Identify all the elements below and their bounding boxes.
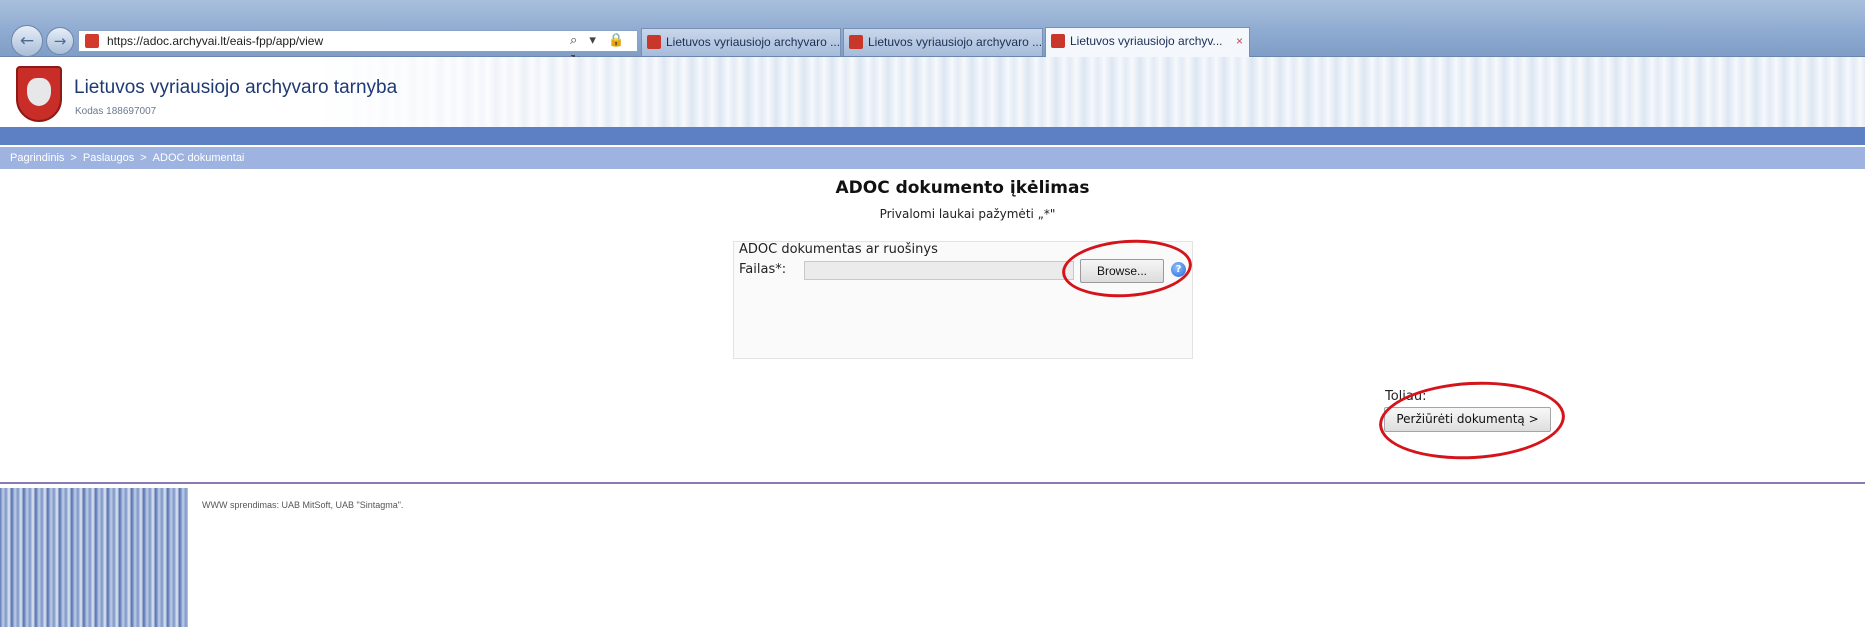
question-icon[interactable]: ? — [1171, 262, 1186, 277]
footer-divider — [0, 482, 1865, 484]
tab-favicon-icon — [849, 35, 863, 49]
browser-toolbar: ← → https://adoc.archyvai.lt/eais-fpp/ap… — [0, 0, 1865, 68]
page-title: ADOC dokumento įkėlimas — [835, 178, 1090, 198]
breadcrumb-item-services[interactable]: Paslaugos — [83, 152, 134, 164]
nav-strip — [0, 127, 1865, 145]
tab-title: Lietuvos vyriausiojo archyvaro ... — [868, 35, 1043, 49]
tab-title: Lietuvos vyriausiojo archyvaro ... — [666, 35, 841, 49]
file-label: Failas*: — [739, 262, 787, 277]
address-bar[interactable]: https://adoc.archyvai.lt/eais-fpp/app/vi… — [78, 30, 638, 52]
file-path-input[interactable] — [804, 261, 1074, 280]
breadcrumb-separator: > — [70, 152, 77, 164]
view-document-button[interactable]: Peržiūrėti dokumentą > — [1384, 407, 1551, 432]
breadcrumb: Pagrindinis > Paslaugos > ADOC dokumentai — [0, 147, 1865, 169]
breadcrumb-item-adoc: ADOC dokumentai — [152, 152, 245, 164]
browser-tab[interactable]: Lietuvos vyriausiojo archyvaro ... — [843, 28, 1043, 56]
close-tab-icon[interactable]: × — [1236, 28, 1243, 54]
next-label: Toliau: — [1385, 389, 1427, 404]
tab-title: Lietuvos vyriausiojo archyv... — [1070, 34, 1223, 48]
footer-decoration — [0, 488, 188, 627]
browse-button[interactable]: Browse... — [1080, 259, 1164, 283]
footer-credits: WWW sprendimas: UAB MitSoft, UAB "Sintag… — [202, 500, 404, 510]
url-text: https://adoc.archyvai.lt/eais-fpp/app/vi… — [107, 34, 324, 48]
organization-name: Lietuvos vyriausiojo archyvaro tarnyba — [74, 77, 398, 98]
organization-code: Kodas 188697007 — [75, 106, 157, 117]
required-fields-note: Privalomi laukai pažymėti „*" — [879, 207, 1056, 221]
coat-of-arms-icon — [16, 66, 62, 122]
breadcrumb-separator: > — [140, 152, 147, 164]
address-bar-tools[interactable]: ⌕ ▾ 🔒 ↻ — [570, 31, 636, 68]
browser-tab[interactable]: Lietuvos vyriausiojo archyvaro ... — [641, 28, 841, 56]
upload-fieldset: ADOC dokumentas ar ruošinys Failas*: Bro… — [733, 241, 1193, 359]
forward-arrow-icon[interactable]: → — [46, 27, 74, 55]
tab-favicon-icon — [1051, 34, 1065, 48]
tab-favicon-icon — [647, 35, 661, 49]
breadcrumb-item-home[interactable]: Pagrindinis — [10, 152, 64, 164]
fieldset-legend: ADOC dokumentas ar ruošinys — [739, 242, 938, 257]
back-arrow-icon[interactable]: ← — [11, 25, 43, 57]
site-favicon-icon — [85, 34, 99, 48]
browser-tab-active[interactable]: Lietuvos vyriausiojo archyv... × — [1045, 27, 1250, 57]
site-header: Lietuvos vyriausiojo archyvaro tarnyba K… — [0, 57, 1865, 127]
